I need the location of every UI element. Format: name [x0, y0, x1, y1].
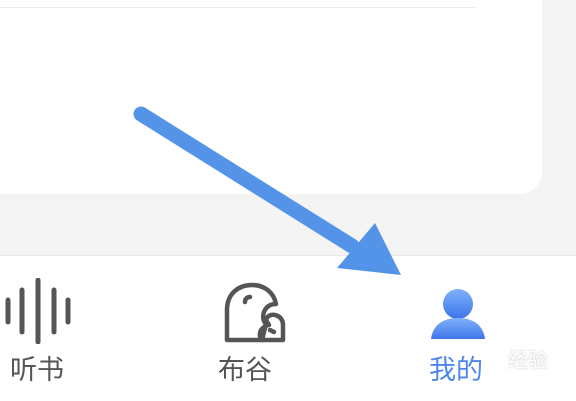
tab-label-listen: 听书	[10, 355, 64, 386]
content-card	[0, 0, 542, 194]
audio-wave-icon	[4, 277, 74, 348]
tab-label-bugu: 布谷	[218, 355, 272, 386]
watermark-text: 经验	[508, 348, 548, 372]
tab-label-mine: 我的	[429, 355, 483, 386]
bottom-tab-bar: 听书 布谷 我的	[0, 255, 576, 401]
watermark-logo-icon	[490, 344, 508, 378]
tab-listen[interactable]: 听书	[0, 256, 90, 401]
bird-icon	[222, 282, 288, 348]
card-divider	[0, 7, 476, 8]
user-icon	[429, 288, 487, 344]
tab-bugu[interactable]: 布谷	[200, 256, 310, 401]
tab-mine[interactable]: 我的	[415, 256, 515, 401]
